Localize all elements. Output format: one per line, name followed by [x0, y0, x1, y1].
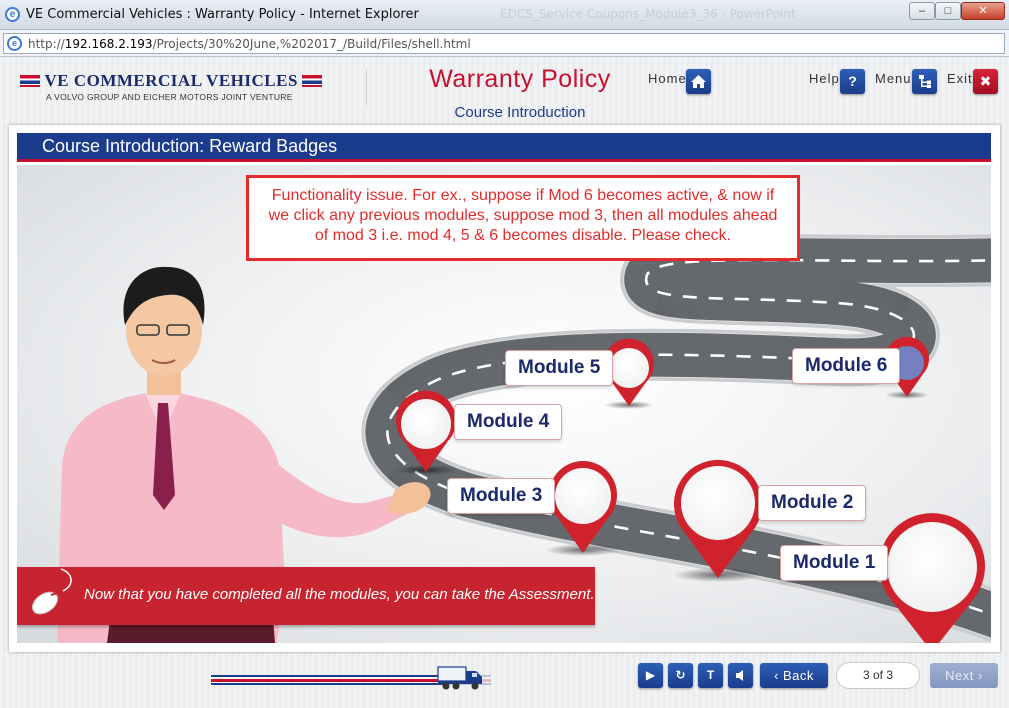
page-icon: e	[7, 36, 22, 51]
exit-label[interactable]: Exit	[947, 71, 973, 86]
logo-tagline: A VOLVO GROUP AND EICHER MOTORS JOINT VE…	[46, 92, 293, 102]
url-host: 192.168.2.193	[64, 37, 153, 51]
replay-button[interactable]: ↻	[668, 663, 693, 688]
chevron-right-icon: ›	[973, 668, 983, 683]
url-text[interactable]: http://192.168.2.193/Projects/30%20June,…	[28, 37, 471, 51]
browser-title-bar: e VE Commercial Vehicles : Warranty Poli…	[0, 0, 1009, 30]
module-2-label[interactable]: Module 2	[758, 485, 867, 521]
menu-tree-icon	[919, 75, 931, 88]
review-comment-box: Functionality issue. For ex., suppose if…	[246, 175, 800, 261]
completion-message: Now that you have completed all the modu…	[84, 586, 595, 603]
module-3-label[interactable]: Module 3	[447, 478, 556, 514]
transcript-button[interactable]: T	[698, 663, 723, 688]
home-icon	[691, 75, 706, 88]
replay-icon: ↻	[675, 668, 686, 682]
completion-banner: Now that you have completed all the modu…	[17, 567, 595, 625]
exit-button[interactable]: ✖	[973, 69, 998, 94]
logo-name: VE COMMERCIAL VEHICLES	[44, 71, 298, 90]
play-button[interactable]: ▶	[638, 663, 663, 688]
mouse-icon	[31, 568, 72, 615]
module-5-label[interactable]: Module 5	[505, 350, 614, 386]
help-button[interactable]: ?	[840, 69, 865, 94]
module-4-label[interactable]: Module 4	[454, 404, 563, 440]
chevron-left-icon: ‹	[774, 668, 784, 683]
maximize-button[interactable]: □	[935, 2, 961, 20]
progress-fill	[211, 675, 447, 685]
help-icon: ?	[848, 73, 857, 89]
speaker-icon	[736, 670, 743, 681]
course-progress-bar	[211, 666, 491, 690]
back-button[interactable]: ‹ Back	[760, 663, 828, 688]
course-subtitle: Course Introduction	[454, 104, 586, 121]
internet-explorer-icon: e	[5, 7, 20, 22]
slide-title-bar: Course Introduction: Reward Badges	[17, 133, 991, 162]
course-title: Warranty Policy	[429, 65, 611, 93]
play-icon: ▶	[645, 668, 656, 682]
close-window-button[interactable]: ✕	[961, 2, 1005, 20]
background-window-title: EDCS_Service Coupons_Module3_36 - PowerP…	[500, 7, 796, 21]
menu-label[interactable]: Menu	[875, 71, 912, 86]
window-title: VE Commercial Vehicles : Warranty Policy…	[26, 7, 419, 22]
next-button[interactable]: Next ›	[930, 663, 998, 688]
menu-button[interactable]	[912, 69, 937, 94]
logo-flag-right	[302, 75, 323, 87]
transcript-icon: T	[706, 668, 715, 682]
url-prefix: http://	[28, 37, 65, 51]
truck-icon	[437, 666, 483, 690]
logo-flag-left	[20, 75, 40, 87]
home-button[interactable]	[686, 69, 711, 94]
company-logo: VE COMMERCIAL VEHICLES A VOLVO GROUP AND…	[20, 71, 350, 102]
home-label[interactable]: Home	[648, 71, 687, 86]
page-indicator: 3 of 3	[836, 662, 920, 689]
header-divider	[366, 69, 367, 105]
course-shell: VE COMMERCIAL VEHICLES A VOLVO GROUP AND…	[0, 57, 1009, 708]
url-path: /Projects/30%20June,%202017_/Build/Files…	[152, 37, 471, 51]
audio-button[interactable]	[728, 663, 753, 688]
slide-content: Functionality issue. For ex., suppose if…	[17, 165, 991, 643]
module-1-label[interactable]: Module 1	[780, 545, 889, 581]
module-6-label[interactable]: Module 6	[792, 348, 901, 384]
back-label: Back	[783, 668, 814, 683]
course-header: VE COMMERCIAL VEHICLES A VOLVO GROUP AND…	[0, 57, 1009, 127]
address-bar: e http://192.168.2.193/Projects/30%20Jun…	[0, 30, 1009, 57]
player-footer: ▶ ↻ T ‹ Back 3 of 3 Next ›	[0, 653, 1009, 708]
url-field[interactable]: e http://192.168.2.193/Projects/30%20Jun…	[3, 33, 1005, 54]
close-icon: ✖	[979, 73, 992, 89]
minimize-button[interactable]: –	[909, 2, 935, 20]
slide-title: Course Introduction: Reward Badges	[42, 136, 338, 156]
help-label[interactable]: Help	[809, 71, 840, 86]
next-label: Next	[945, 668, 974, 683]
